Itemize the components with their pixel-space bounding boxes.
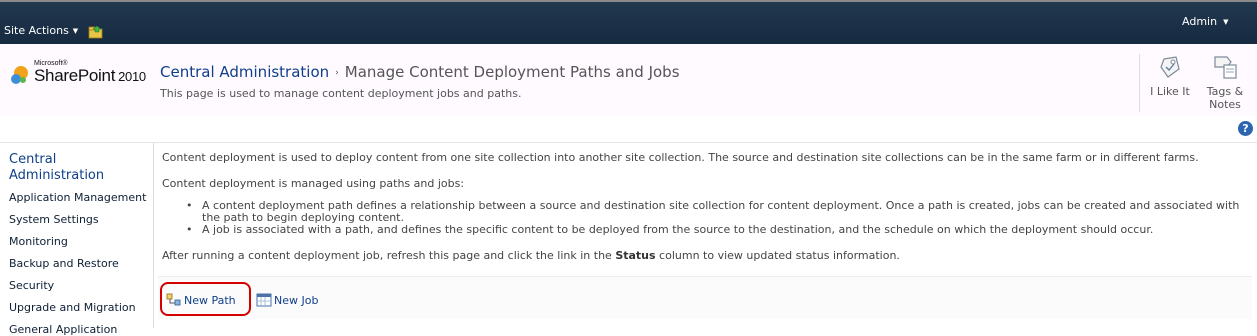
breadcrumb: Central Administration › Manage Content De… xyxy=(160,63,680,81)
status-keyword: Status xyxy=(615,249,656,262)
sidebar-item-security[interactable]: Security xyxy=(9,279,54,292)
list-item: A content deployment path defines a rela… xyxy=(186,200,1246,224)
i-like-it-label: I Like It xyxy=(1150,85,1190,98)
site-actions-menu[interactable]: Site Actions ▼ xyxy=(4,24,78,37)
divider xyxy=(1139,54,1140,112)
sidebar-item-monitoring[interactable]: Monitoring xyxy=(9,235,68,248)
tags-label-line1: Tags & xyxy=(1206,85,1244,98)
sidebar-item-backup-restore[interactable]: Backup and Restore xyxy=(9,257,119,270)
ribbon-bar xyxy=(0,2,1257,44)
breadcrumb-separator-icon: › xyxy=(335,68,339,78)
user-name: Admin xyxy=(1182,15,1218,28)
nav-divider xyxy=(153,143,154,328)
tags-notes-button[interactable]: Tags & Notes xyxy=(1200,53,1250,111)
site-actions-label: Site Actions xyxy=(4,24,69,37)
intro-text: Content deployment is used to deploy con… xyxy=(162,151,1199,164)
quick-launch: Central Administration Application Manag… xyxy=(0,143,153,336)
logo-product: SharePoint 2010 xyxy=(34,66,146,85)
sidebar-item-application-management[interactable]: Application Management xyxy=(9,191,146,204)
sidebar-item-general-application[interactable]: General Application xyxy=(9,323,117,336)
page-title: Manage Content Deployment Paths and Jobs xyxy=(344,63,680,81)
tags-label-line2: Notes xyxy=(1209,98,1241,111)
breadcrumb-central-administration[interactable]: Central Administration xyxy=(160,63,329,81)
nav-central-administration[interactable]: Central Administration xyxy=(9,152,104,184)
chevron-down-icon: ▼ xyxy=(72,27,79,35)
highlight-annotation xyxy=(160,282,251,316)
page-description: This page is used to manage content depl… xyxy=(160,87,522,100)
tags-notes-icon xyxy=(1214,56,1237,79)
status-instructions: After running a content deployment job, … xyxy=(162,249,900,262)
help-bar xyxy=(0,116,1257,143)
sidebar-item-system-settings[interactable]: System Settings xyxy=(9,213,99,226)
calendar-icon xyxy=(256,293,272,307)
chevron-down-icon: ▼ xyxy=(1223,18,1229,26)
title-area: Microsoft® SharePoint 2010 Central Admini… xyxy=(0,44,1257,116)
user-menu[interactable]: Admin ▼ xyxy=(1182,15,1228,28)
new-job-button[interactable]: New Job xyxy=(256,293,318,307)
paths-jobs-text: Content deployment is managed using path… xyxy=(162,177,465,190)
sharepoint-logo: Microsoft® SharePoint 2010 xyxy=(8,60,158,94)
new-job-label: New Job xyxy=(274,294,319,307)
sharepoint-logo-icon xyxy=(11,66,28,84)
list-item: A job is associated with a path, and def… xyxy=(186,224,1246,237)
navigate-up-icon[interactable] xyxy=(88,25,104,39)
sidebar-item-upgrade-migration[interactable]: Upgrade and Migration xyxy=(9,301,136,314)
content-toolbar: New Path New Job xyxy=(158,276,1252,319)
tag-icon xyxy=(1160,56,1180,78)
i-like-it-button[interactable]: I Like It xyxy=(1145,53,1195,98)
paths-jobs-list: A content deployment path defines a rela… xyxy=(186,200,1246,237)
help-icon[interactable]: ? xyxy=(1238,121,1253,136)
